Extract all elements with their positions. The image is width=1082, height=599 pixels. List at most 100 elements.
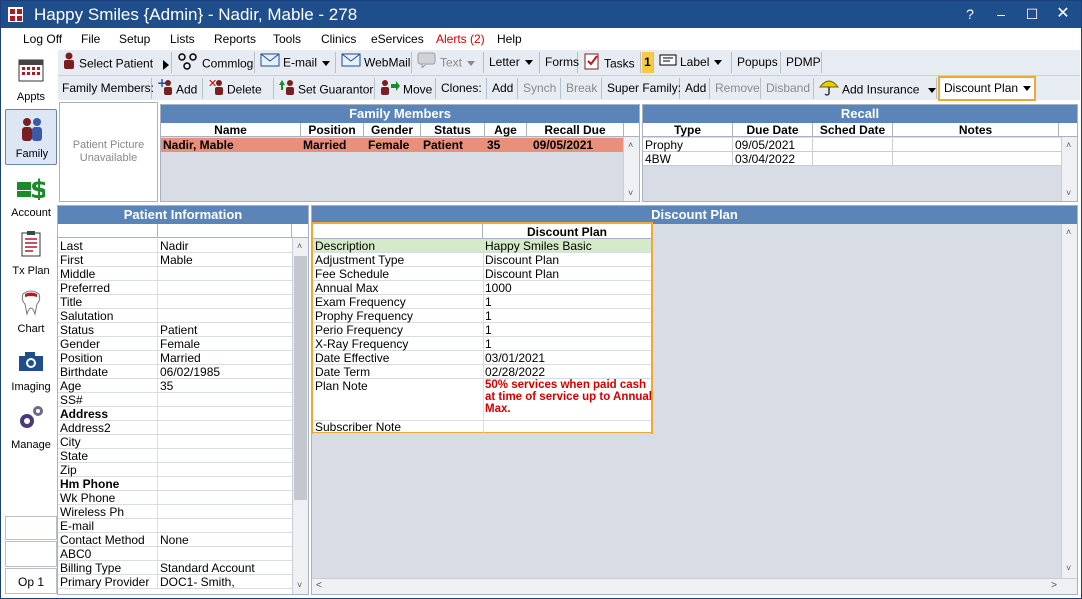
sidebar-item-family[interactable]: Family: [5, 109, 57, 165]
patient-info-row[interactable]: Position Married: [58, 351, 292, 365]
label-dropdown-icon[interactable]: [714, 60, 723, 66]
scroll-right-icon[interactable]: >: [1051, 580, 1057, 591]
add-insurance-button[interactable]: Add Insurance: [815, 78, 937, 99]
scroll-up-icon[interactable]: ˄: [1066, 141, 1074, 150]
discount-plan-row[interactable]: Description Happy Smiles Basic: [313, 239, 651, 253]
sidebar-item-tx-plan[interactable]: Tx Plan: [5, 225, 57, 281]
patient-info-row[interactable]: Salutation: [58, 309, 292, 323]
break-button[interactable]: Break: [562, 78, 602, 99]
col-status[interactable]: Status: [421, 123, 485, 137]
pdmp-button[interactable]: PDMP: [782, 52, 822, 73]
sidebar-item-appts[interactable]: Appts: [5, 51, 57, 107]
patient-info-row[interactable]: Birthdate 06/02/1985: [58, 365, 292, 379]
patient-info-row[interactable]: Last Nadir: [58, 239, 292, 253]
patient-info-row[interactable]: Title: [58, 295, 292, 309]
patient-info-row[interactable]: Contact Method None: [58, 533, 292, 547]
sidebar-item-manage[interactable]: Manage: [5, 399, 57, 455]
patient-info-row[interactable]: City: [58, 435, 292, 449]
discount-plan-row[interactable]: Perio Frequency 1: [313, 323, 651, 337]
discount-plan-row[interactable]: Exam Frequency 1: [313, 295, 651, 309]
col-type[interactable]: Type: [643, 123, 733, 137]
discount-plan-row[interactable]: Date Term 02/28/2022: [313, 365, 651, 379]
scroll-up-icon[interactable]: ˄: [1066, 228, 1074, 237]
scroll-thumb[interactable]: [294, 256, 307, 500]
patient-info-row[interactable]: Status Patient: [58, 323, 292, 337]
patient-info-row[interactable]: Wk Phone: [58, 491, 292, 505]
col-due-date[interactable]: Due Date: [733, 123, 813, 137]
disband-button[interactable]: Disband: [762, 78, 814, 99]
family-delete-button[interactable]: ✕ Delete: [204, 77, 274, 99]
sidebar-item-account[interactable]: $ Account: [5, 167, 57, 223]
sidebar-op-button[interactable]: Op 1: [5, 568, 57, 594]
col-position[interactable]: Position: [301, 123, 364, 137]
discount-plan-dropdown-icon[interactable]: [1023, 86, 1032, 92]
patient-info-row[interactable]: Hm Phone: [58, 477, 292, 491]
discount-plan-row[interactable]: Annual Max 1000: [313, 281, 651, 295]
label-button[interactable]: Label: [655, 52, 732, 73]
col-notes[interactable]: Notes: [893, 123, 1059, 137]
patient-info-row[interactable]: SS#: [58, 393, 292, 407]
commlog-button[interactable]: Commlog: [173, 52, 255, 73]
col-recall-due[interactable]: Recall Due: [527, 123, 624, 137]
menu-lists[interactable]: Lists: [170, 32, 195, 46]
table-row[interactable]: 4BW 03/04/2022: [643, 152, 1061, 166]
add-insurance-dropdown-icon[interactable]: [928, 88, 937, 93]
patient-info-row[interactable]: Preferred: [58, 281, 292, 295]
discount-plan-button[interactable]: Discount Plan: [938, 76, 1036, 101]
minimize-icon[interactable]: –: [986, 4, 1016, 24]
help-button[interactable]: ?: [955, 4, 985, 24]
move-button[interactable]: Move: [376, 78, 436, 99]
text-button[interactable]: Text: [413, 52, 484, 73]
discount-plan-row[interactable]: Date Effective 03/01/2021: [313, 351, 651, 365]
select-patient-button[interactable]: Select Patient: [58, 52, 172, 73]
scroll-down-icon[interactable]: ˅: [1066, 564, 1074, 573]
scroll-up-icon[interactable]: ˄: [628, 141, 636, 150]
menu-clinics[interactable]: Clinics: [321, 32, 356, 46]
remove-button[interactable]: Remove: [711, 78, 761, 99]
subscriber-note-row[interactable]: Subscriber Note: [313, 420, 651, 434]
col-gender[interactable]: Gender: [364, 123, 421, 137]
table-row[interactable]: Prophy 09/05/2021: [643, 138, 1061, 152]
patient-info-row[interactable]: Age 35: [58, 379, 292, 393]
super-family-add-button[interactable]: Add: [681, 78, 710, 99]
plan-note-row[interactable]: Plan Note 50% services when paid cash at…: [313, 379, 652, 421]
sidebar-item-imaging[interactable]: Imaging: [5, 341, 57, 397]
family-members-scrollbar[interactable]: ˄ ˅: [623, 137, 639, 201]
menu-setup[interactable]: Setup: [119, 32, 150, 46]
scroll-up-icon[interactable]: ˄: [297, 242, 305, 251]
scroll-down-icon[interactable]: ˅: [297, 581, 305, 590]
patient-info-row[interactable]: State: [58, 449, 292, 463]
patient-info-row[interactable]: Wireless Ph: [58, 505, 292, 519]
menu-reports[interactable]: Reports: [214, 32, 256, 46]
tasks-count-badge[interactable]: 1: [642, 52, 654, 73]
patient-info-scrollbar[interactable]: ˄ ˅: [292, 238, 308, 594]
col-age[interactable]: Age: [485, 123, 527, 137]
discount-plan-row[interactable]: X-Ray Frequency 1: [313, 337, 651, 351]
patient-info-row[interactable]: Middle: [58, 267, 292, 281]
recall-scrollbar[interactable]: ˄ ˅: [1061, 137, 1077, 201]
menu-tools[interactable]: Tools: [273, 32, 301, 46]
discount-plan-hscrollbar[interactable]: < >: [312, 578, 1077, 594]
table-row[interactable]: Nadir, Mable Married Female Patient 35 0…: [161, 138, 623, 152]
letter-dropdown-icon[interactable]: [524, 60, 533, 66]
letter-button[interactable]: Letter: [485, 52, 540, 73]
close-icon[interactable]: ✕: [1048, 4, 1078, 24]
scroll-down-icon[interactable]: ˅: [1066, 189, 1074, 198]
patient-info-row[interactable]: ABC0: [58, 547, 292, 561]
email-dropdown-icon[interactable]: [322, 61, 331, 66]
menu-file[interactable]: File: [81, 32, 100, 46]
patient-info-row[interactable]: E-mail: [58, 519, 292, 533]
clones-add-button[interactable]: Add: [488, 78, 518, 99]
forms-button[interactable]: Forms: [541, 52, 579, 73]
discount-plan-row[interactable]: Adjustment Type Discount Plan: [313, 253, 651, 267]
email-button[interactable]: E-mail: [256, 52, 336, 73]
col-name[interactable]: Name: [161, 123, 301, 137]
patient-info-row[interactable]: Zip: [58, 463, 292, 477]
discount-plan-vscrollbar[interactable]: ˄ ˅: [1061, 224, 1077, 578]
maximize-icon[interactable]: ☐: [1017, 4, 1047, 24]
col-sched-date[interactable]: Sched Date: [813, 123, 893, 137]
scroll-left-icon[interactable]: <: [316, 580, 322, 591]
discount-plan-row[interactable]: Fee Schedule Discount Plan: [313, 267, 651, 281]
set-guarantor-button[interactable]: Set Guarantor: [275, 78, 375, 99]
patient-info-row[interactable]: Primary Provider DOC1- Smith,: [58, 575, 292, 589]
